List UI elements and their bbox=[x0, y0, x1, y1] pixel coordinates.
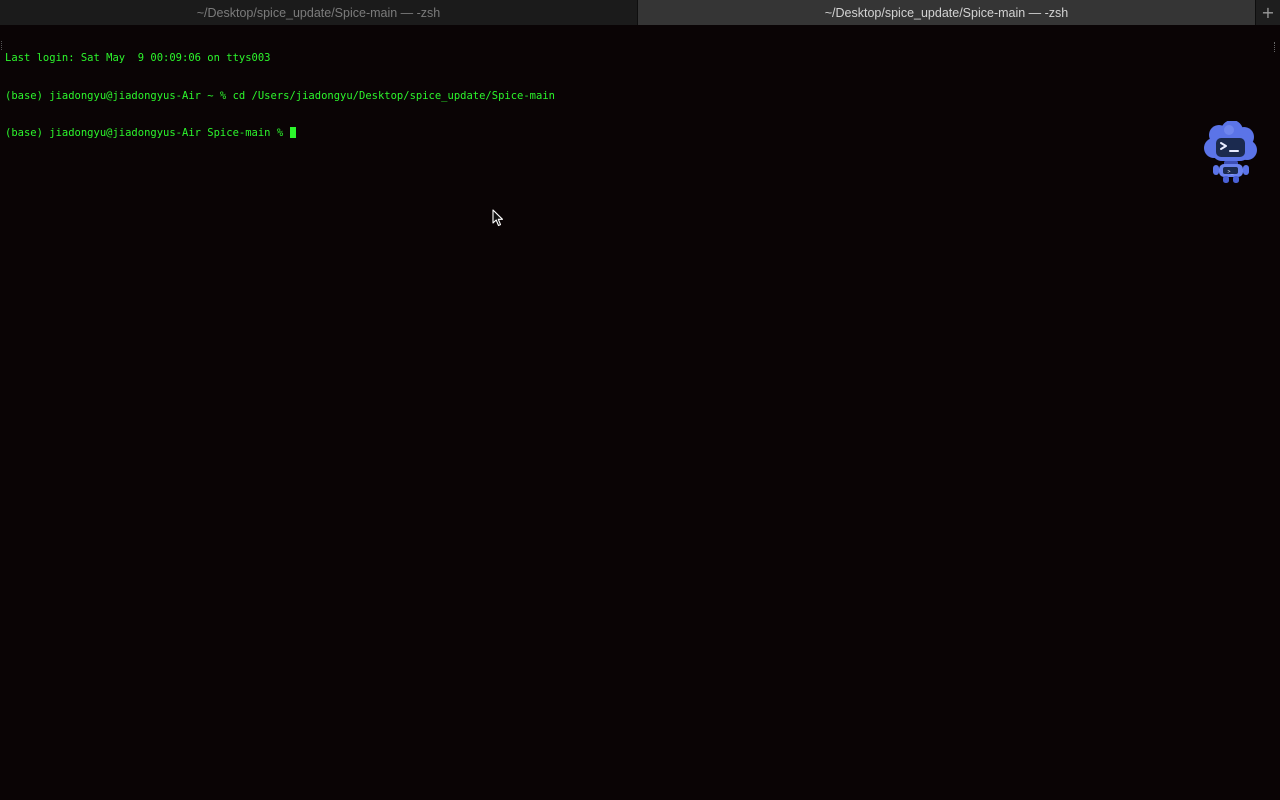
mouse-pointer-icon bbox=[492, 209, 504, 227]
tab-zsh-1[interactable]: ~/Desktop/spice_update/Spice-main — -zsh bbox=[0, 0, 638, 25]
svg-text:>_: >_ bbox=[1227, 169, 1234, 175]
new-tab-button[interactable]: + bbox=[1255, 0, 1280, 25]
terminal-robot-mascot-icon[interactable]: >_ bbox=[1202, 121, 1258, 185]
tab-label: ~/Desktop/spice_update/Spice-main — -zsh bbox=[196, 5, 441, 20]
scroll-mark bbox=[1, 41, 4, 50]
terminal-line-login: Last login: Sat May 9 00:09:06 on ttys00… bbox=[5, 52, 271, 64]
terminal-line-cd-command: (base) jiadongyu@jiadongyus-Air ~ % cd /… bbox=[5, 89, 555, 102]
terminal-line-prompt[interactable]: (base) jiadongyu@jiadongyus-Air Spice-ma… bbox=[5, 127, 1255, 140]
scrollbar-indicator bbox=[1274, 42, 1276, 52]
tab-zsh-2[interactable]: ~/Desktop/spice_update/Spice-main — -zsh bbox=[638, 0, 1255, 25]
text-cursor bbox=[290, 127, 297, 138]
tab-label: ~/Desktop/spice_update/Spice-main — -zsh bbox=[824, 5, 1069, 20]
terminal-output[interactable]: Last login: Sat May 9 00:09:06 on ttys00… bbox=[5, 27, 1255, 165]
plus-icon: + bbox=[1261, 3, 1275, 22]
prompt-text: (base) jiadongyu@jiadongyus-Air Spice-ma… bbox=[5, 127, 290, 139]
tab-bar: ~/Desktop/spice_update/Spice-main — -zsh… bbox=[0, 0, 1280, 25]
terminal-window: ~/Desktop/spice_update/Spice-main — -zsh… bbox=[0, 0, 1280, 800]
